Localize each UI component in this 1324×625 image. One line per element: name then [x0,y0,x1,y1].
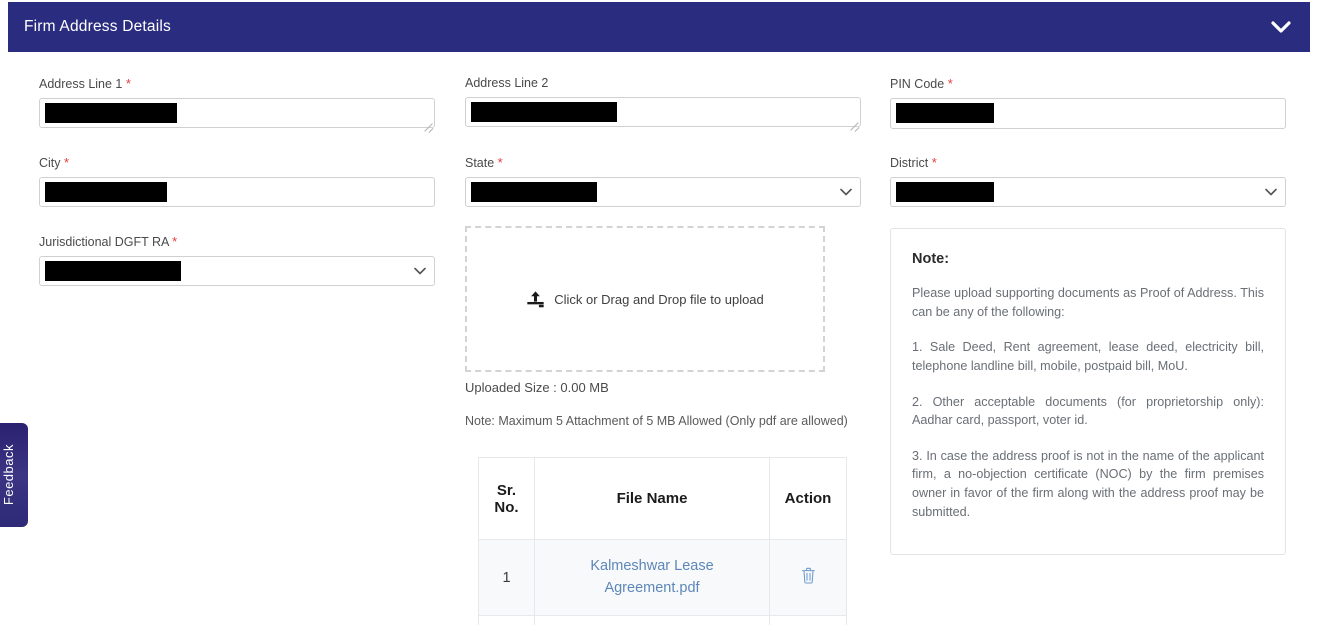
required-asterisk: * [172,234,178,249]
field-city: City * [39,155,435,207]
uploaded-size-text: Uploaded Size : 0.00 MB [465,380,609,395]
firm-address-details-page: Firm Address Details Address Line 1 * Ci… [0,0,1324,625]
note-paragraph-1: Please upload supporting documents as Pr… [912,286,1264,319]
feedback-tab[interactable]: Feedback [0,423,28,527]
city-wrap [39,177,435,207]
note-paragraph-4: 3. In case the address proof is not in t… [912,448,1264,519]
cell-file-name [534,615,770,625]
jurisdictional-dgft-ra-label-text: Jurisdictional DGFT RA [39,235,169,249]
table-row [478,615,847,625]
city-label: City * [39,155,435,171]
pin-code-input[interactable] [890,98,1286,129]
trash-icon[interactable] [801,567,816,584]
column-header-sr-no: Sr. No. [478,457,535,540]
state-select[interactable] [465,177,861,207]
dropzone-label: Click or Drag and Drop file to upload [554,291,764,307]
cell-action [769,539,847,616]
address-line-2-label-text: Address Line 2 [465,76,549,90]
address-line-1-wrap [39,98,435,133]
attachment-note-text: Note: Maximum 5 Attachment of 5 MB Allow… [465,414,848,428]
file-dropzone[interactable]: Click or Drag and Drop file to upload [465,226,825,372]
cell-sr-no: 1 [478,539,535,616]
district-select[interactable] [890,177,1286,207]
address-line-2-input[interactable] [465,97,861,127]
state-wrap [465,177,861,207]
form-column-middle: Address Line 2 [465,76,861,132]
jurisdictional-dgft-ra-wrap [39,256,435,286]
form-column-right-district: District * [890,155,1286,207]
form-column-right: PIN Code * [890,76,1286,129]
column-header-action: Action [769,457,847,540]
cell-file-name: Kalmeshwar Lease Agreement.pdf [534,539,770,616]
district-label: District * [890,155,1286,171]
uploaded-files-table: Sr. No. File Name Action 1 Kalmeshwar Le… [478,457,847,625]
uploaded-files-table-wrap: Sr. No. File Name Action 1 Kalmeshwar Le… [478,457,847,625]
required-asterisk: * [64,155,70,170]
column-header-file-name: File Name [534,457,770,540]
note-paragraph-2: 1. Sale Deed, Rent agreement, lease deed… [912,340,1264,373]
address-line-1-label: Address Line 1 * [39,76,435,92]
table-body: 1 Kalmeshwar Lease Agreement.pdf [478,539,847,625]
upload-icon [527,290,544,307]
cell-action [769,615,847,625]
field-district: District * [890,155,1286,207]
table-header: Sr. No. File Name Action [478,457,847,540]
page-title: Firm Address Details [24,18,171,35]
address-line-1-label-text: Address Line 1 [39,77,123,91]
chevron-down-icon[interactable] [1270,16,1292,38]
address-line-1-input[interactable] [39,98,435,128]
jurisdictional-dgft-ra-select[interactable] [39,256,435,286]
note-panel: Note: Please upload supporting documents… [890,228,1286,555]
form-column-left: Address Line 1 * [39,76,435,133]
pin-code-wrap [890,98,1286,129]
form-column-middle-state: State * [465,155,861,207]
address-line-2-label: Address Line 2 [465,76,861,91]
jurisdictional-dgft-ra-label: Jurisdictional DGFT RA * [39,234,435,250]
feedback-tab-label: Feedback [0,444,16,506]
cell-sr-no [478,615,535,625]
note-panel-title: Note: [912,251,950,267]
panel-header[interactable]: Firm Address Details [8,2,1310,52]
field-jurisdictional-dgft-ra: Jurisdictional DGFT RA * [39,234,435,286]
field-address-line-2: Address Line 2 [465,76,861,132]
dropzone-inner: Click or Drag and Drop file to upload [526,290,764,309]
required-asterisk: * [947,76,953,91]
state-label-text: State [465,156,495,170]
district-wrap [890,177,1286,207]
required-asterisk: * [931,155,937,170]
required-asterisk: * [497,155,503,170]
form-area: Address Line 1 * City * Jurisdictional D… [0,52,1324,625]
field-state: State * [465,155,861,207]
field-address-line-1: Address Line 1 * [39,76,435,133]
table-header-row: Sr. No. File Name Action [478,457,847,540]
required-asterisk: * [125,76,131,91]
city-label-text: City [39,156,61,170]
district-label-text: District [890,156,929,170]
note-paragraph-3: 2. Other acceptable documents (for propr… [912,394,1264,428]
form-column-left-dgft: Jurisdictional DGFT RA * [39,234,435,286]
field-pin-code: PIN Code * [890,76,1286,129]
city-input[interactable] [39,177,435,207]
address-line-2-wrap [465,97,861,132]
form-column-left-city: City * [39,155,435,207]
pin-code-label: PIN Code * [890,76,1286,92]
table-row: 1 Kalmeshwar Lease Agreement.pdf [478,539,847,616]
file-name-link[interactable]: Kalmeshwar Lease Agreement.pdf [590,558,713,595]
state-label: State * [465,155,861,171]
pin-code-label-text: PIN Code [890,77,945,91]
